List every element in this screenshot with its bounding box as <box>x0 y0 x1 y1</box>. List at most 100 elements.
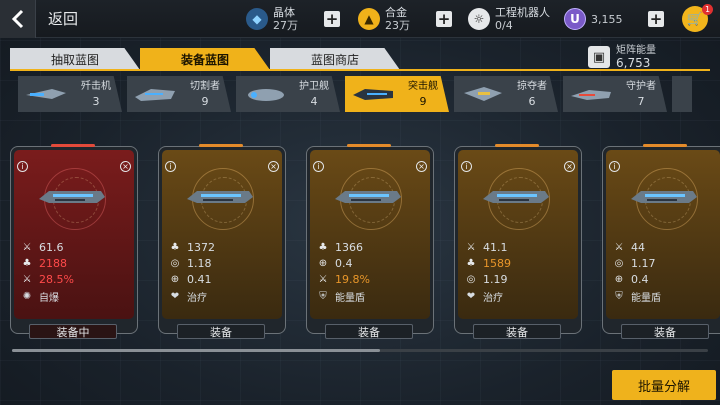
back-label: 返回 <box>48 10 79 28</box>
rate-icon: ◎ <box>614 257 624 269</box>
robot-icon: ☼ <box>468 8 490 30</box>
tab-draw-blueprint[interactable]: 抽取蓝图 <box>10 48 140 70</box>
ship-tab-fighter[interactable]: 歼击机 3 <box>18 76 122 112</box>
currency-resource: U 3,155 <box>564 4 623 34</box>
robot-value: 0/4 <box>495 19 513 32</box>
shield-icon: ⛨ <box>319 291 327 302</box>
card-top-accent <box>51 144 95 147</box>
stat-hp: ♣ 1372 <box>170 240 215 254</box>
weapon-blueprint-image <box>335 191 401 203</box>
rate-icon: ◎ <box>466 273 476 285</box>
close-icon[interactable]: × <box>268 161 279 172</box>
ship-count: 7 <box>637 95 645 108</box>
ship-tab-raider[interactable]: 掠夺者 6 <box>454 76 558 112</box>
crit-icon: ⚔ <box>22 273 32 285</box>
skill: ❤ 治疗 <box>170 291 207 304</box>
stat-hp: ♣ 1366 <box>318 240 363 254</box>
blueprint-card-5[interactable]: i ⚔ 44 ◎ 1.17 ⊕ 0.4 ⛨ 能量盾 装备 <box>602 144 720 339</box>
stat-crit: ⚔ 19.8% <box>318 272 370 286</box>
batch-decompose-button[interactable]: 批量分解 <box>612 370 716 400</box>
attack-icon: ⚔ <box>22 241 32 253</box>
info-icon[interactable]: i <box>313 161 324 172</box>
crystal-resource: ◆ 晶体 27万 <box>246 4 298 34</box>
tab-bar: 抽取蓝图 装备蓝图 蓝图商店 <box>10 48 400 70</box>
hp-icon: ♣ <box>170 241 180 253</box>
alloy-resource: ▲ 合金 23万 <box>358 4 410 34</box>
add-crystal-button[interactable]: + <box>324 11 340 27</box>
info-icon[interactable]: i <box>165 161 176 172</box>
currency-icon: U <box>564 8 586 30</box>
add-currency-button[interactable]: + <box>648 11 664 27</box>
skill: ✺ 自爆 <box>22 291 59 304</box>
alloy-label: 合金 <box>385 6 407 19</box>
close-icon[interactable]: × <box>120 161 131 172</box>
crystal-value: 27万 <box>273 19 298 32</box>
info-icon[interactable]: i <box>609 161 620 172</box>
stat-attack: ⚔ 61.6 <box>22 240 64 254</box>
escort-ship-icon <box>248 89 284 101</box>
ship-tab-escort[interactable]: 护卫舰 4 <box>236 76 340 112</box>
equip-button[interactable]: 装备 <box>325 324 413 339</box>
card-top-accent <box>199 144 243 147</box>
stat-rate: ◎ 1.18 <box>170 256 212 270</box>
ship-tab-guardian[interactable]: 守护者 7 <box>563 76 667 112</box>
weapon-blueprint-image <box>187 191 253 203</box>
scroll-thumb[interactable] <box>12 349 380 352</box>
ship-tab-cutter[interactable]: 切割者 9 <box>127 76 231 112</box>
currency-value: 3,155 <box>591 12 623 26</box>
ship-name: 掠夺者 <box>517 81 547 92</box>
explode-icon: ✺ <box>22 291 32 302</box>
card-top-accent <box>643 144 687 147</box>
info-icon[interactable]: i <box>461 161 472 172</box>
ship-count: 9 <box>201 95 209 108</box>
close-icon[interactable]: × <box>564 161 575 172</box>
stat-rate: ◎ 1.17 <box>614 256 656 270</box>
equip-button[interactable]: 装备 <box>621 324 709 339</box>
skill: ❤ 治疗 <box>466 291 503 304</box>
ship-count: 4 <box>310 95 318 108</box>
shield-icon: ⛨ <box>615 291 623 302</box>
stat-crit: ⚔ 28.5% <box>22 272 74 286</box>
skill: ⛨ 能量盾 <box>613 288 661 305</box>
ship-name: 歼击机 <box>81 81 111 92</box>
chevron-left-icon <box>11 9 23 28</box>
stat-hp: ♣ 1589 <box>466 256 511 270</box>
equip-button[interactable]: 装备 <box>177 324 265 339</box>
blueprint-card-4[interactable]: i × ⚔ 41.1 ♣ 1589 ◎ 1.19 ❤ 治疗 装备 <box>454 144 582 339</box>
stat-attack: ⚔ 44 <box>614 240 645 254</box>
blueprint-card-1[interactable]: i × ⚔ 61.6 ♣ 2188 ⚔ 28.5% ✺ 自爆 装备中 <box>10 144 138 339</box>
crosshair-icon: ⊕ <box>614 273 624 285</box>
crit-icon: ⚔ <box>318 273 328 285</box>
equip-button[interactable]: 装备 <box>473 324 561 339</box>
ship-tab-partial[interactable] <box>672 76 692 112</box>
tab-blueprint-shop[interactable]: 蓝图商店 <box>270 48 400 70</box>
close-icon[interactable]: × <box>416 161 427 172</box>
ship-tab-assault[interactable]: 突击舰 9 <box>345 76 449 112</box>
crosshair-icon: ⊕ <box>318 257 328 269</box>
hp-icon: ♣ <box>466 257 476 269</box>
alloy-value: 23万 <box>385 19 410 32</box>
robot-label: 工程机器人 <box>495 6 550 19</box>
hp-icon: ♣ <box>22 257 32 269</box>
blueprint-card-3[interactable]: i × ♣ 1366 ⊕ 0.4 ⚔ 19.8% ⛨ 能量盾 装备 <box>306 144 434 339</box>
matrix-value: 6,753 <box>616 56 651 70</box>
tab-equip-blueprint[interactable]: 装备蓝图 <box>140 48 270 70</box>
add-alloy-button[interactable]: + <box>436 11 452 27</box>
back-button[interactable] <box>0 0 36 38</box>
info-icon[interactable]: i <box>17 161 28 172</box>
cube-icon: ▣ <box>588 46 610 68</box>
card-top-accent <box>495 144 539 147</box>
ship-count: 6 <box>528 95 536 108</box>
equipped-button[interactable]: 装备中 <box>29 324 117 339</box>
blueprint-card-2[interactable]: i × ♣ 1372 ◎ 1.18 ⊕ 0.41 ❤ 治疗 装备 <box>158 144 286 339</box>
card-top-accent <box>347 144 391 147</box>
stat-accuracy: ⊕ 0.4 <box>614 272 649 286</box>
guardian-ship-icon <box>571 90 611 100</box>
heal-icon: ❤ <box>466 291 476 302</box>
cart-badge: 1 <box>702 4 713 15</box>
skill: ⛨ 能量盾 <box>317 288 370 305</box>
matrix-energy: ▣ 矩阵能量 6,753 <box>588 44 656 70</box>
crystal-icon: ◆ <box>246 8 268 30</box>
ship-name: 切割者 <box>190 81 220 92</box>
attack-icon: ⚔ <box>466 241 476 253</box>
